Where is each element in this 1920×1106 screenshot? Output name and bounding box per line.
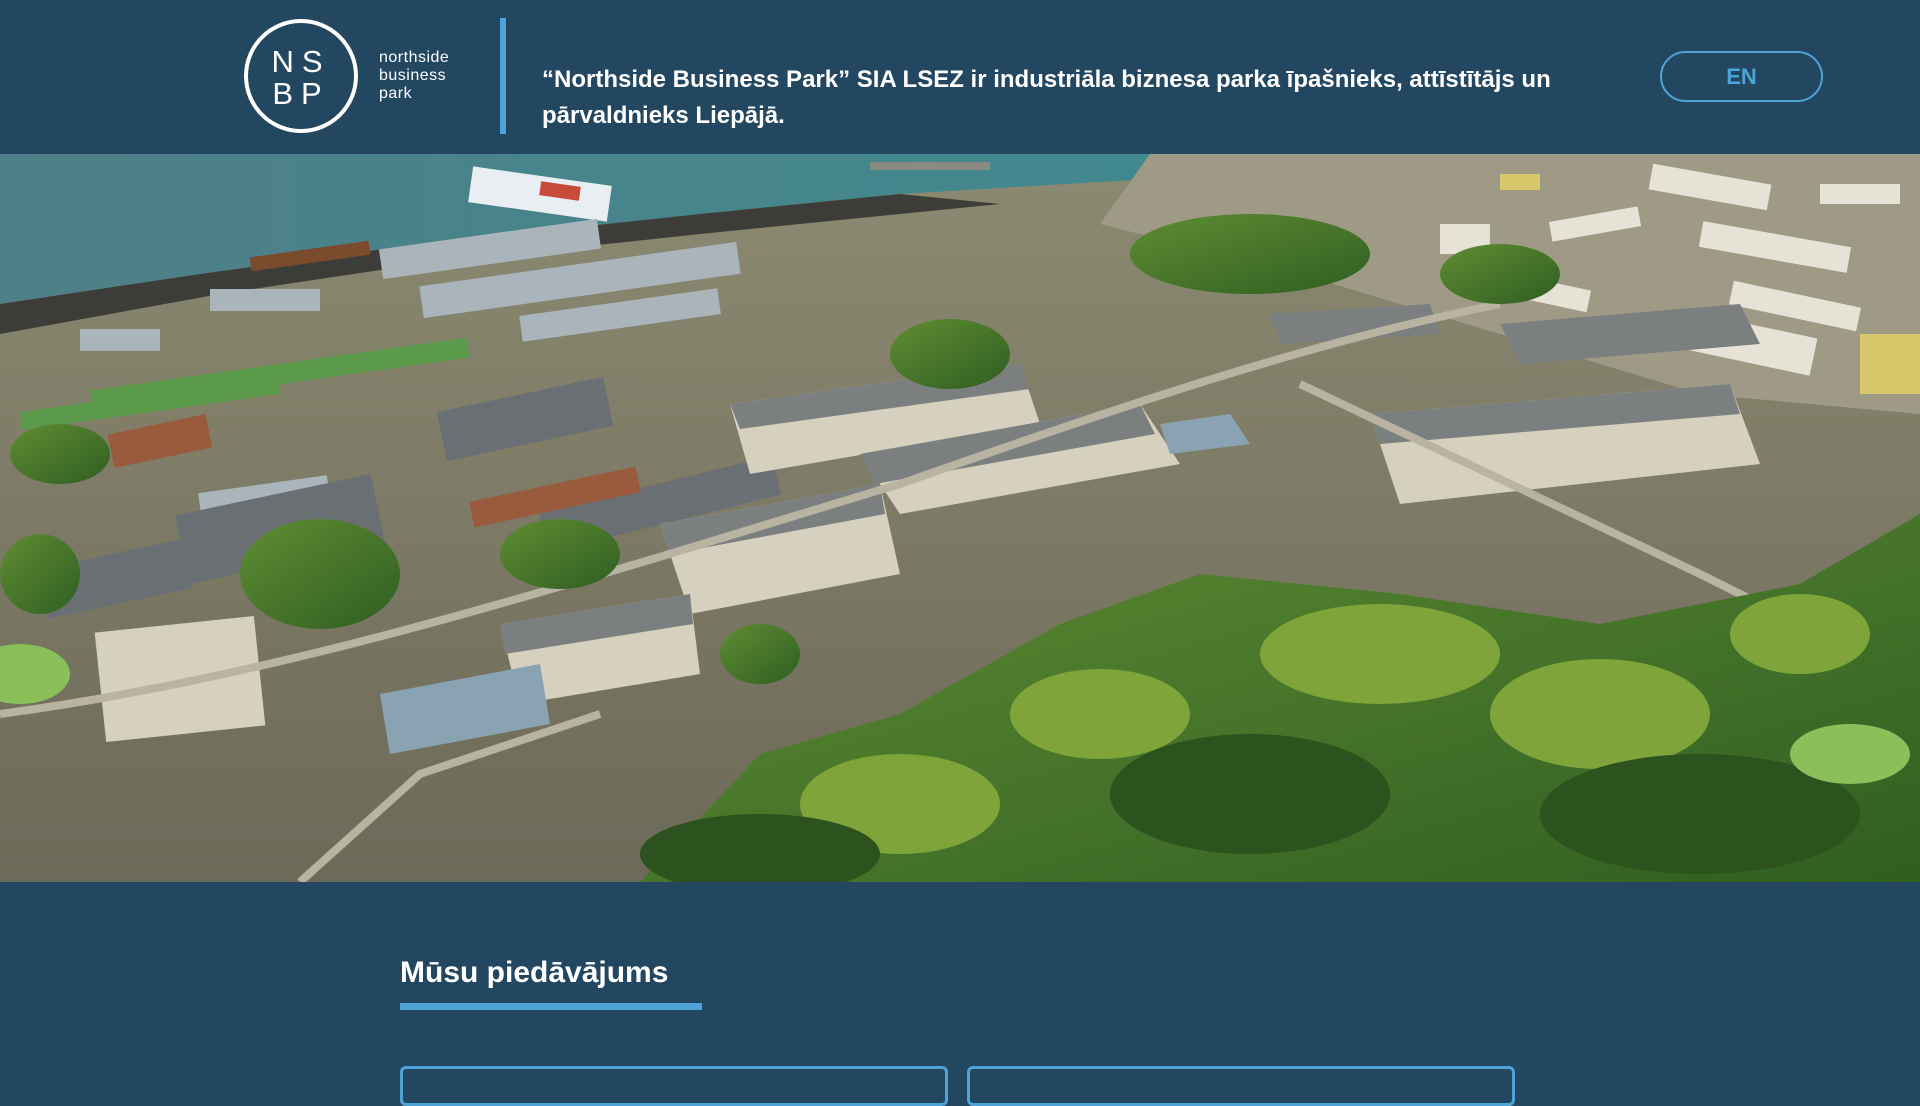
site-header: NS BP northside business park “Northside… [0, 0, 1920, 154]
hero-aerial-image [0, 154, 1920, 882]
offers-section-title: Mūsu piedāvājums [400, 956, 669, 989]
offer-card-2[interactable] [967, 1066, 1515, 1106]
site-logo[interactable]: NS BP northside business park [243, 18, 449, 134]
logo-wordmark: northside business park [379, 49, 449, 103]
aerial-photo-illustration [0, 154, 1920, 882]
logo-monogram-top: NS [271, 44, 330, 79]
header-divider [500, 18, 506, 134]
logo-line-2: business [379, 67, 447, 84]
company-tagline: “Northside Business Park” SIA LSEZ ir in… [542, 66, 1551, 129]
offer-card-1[interactable] [400, 1066, 948, 1106]
logo-monogram-icon: NS BP [244, 19, 358, 133]
logo-line-1: northside [379, 49, 450, 66]
language-switch-button[interactable]: EN [1660, 51, 1823, 102]
logo-monogram-bottom: BP [272, 76, 329, 111]
section-title-underline [400, 1003, 702, 1010]
logo-line-3: park [379, 85, 413, 102]
